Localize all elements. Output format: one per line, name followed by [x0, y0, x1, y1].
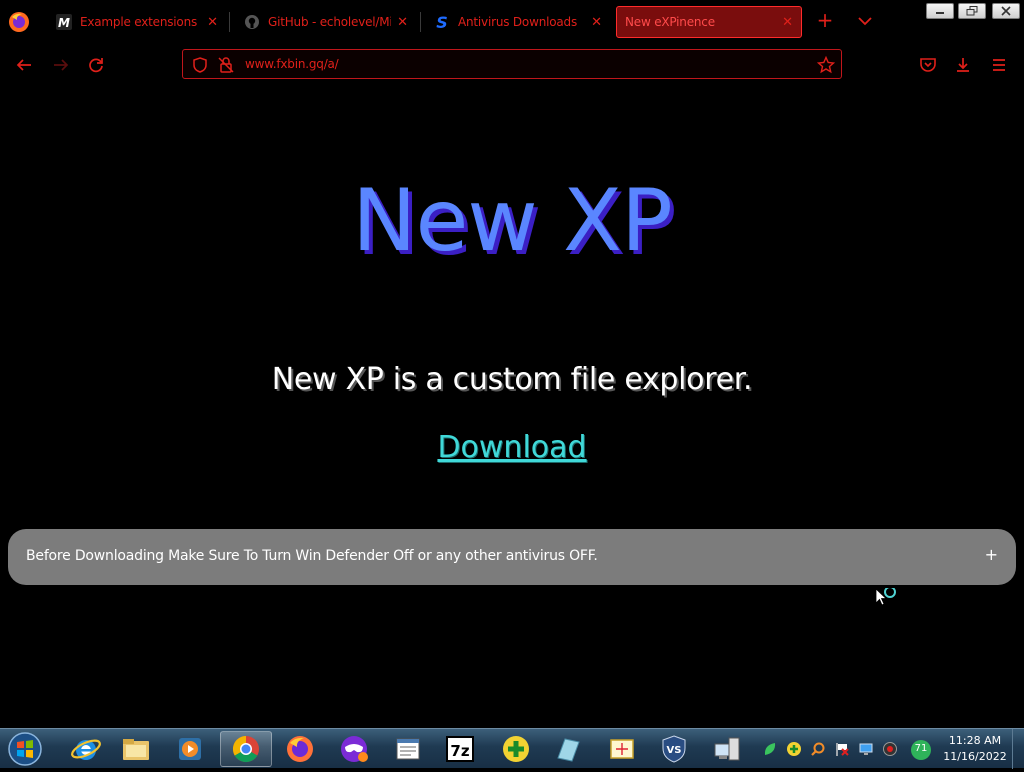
expand-icon[interactable]: + [985, 545, 998, 564]
firefox-icon[interactable] [274, 731, 326, 767]
page-tagline: New XP is a custom file explorer. [271, 362, 753, 397]
back-button[interactable] [13, 54, 35, 76]
tray-badge-text: 71 [914, 743, 928, 754]
svg-text:7z: 7z [450, 742, 469, 760]
new-tab-button[interactable]: + [814, 10, 836, 32]
url-text[interactable]: www.fxbin.gq/a/ [245, 57, 339, 71]
tab-strip: M Example extensions - M ✕ GitHub - echo… [0, 0, 1024, 44]
address-bar[interactable]: www.fxbin.gq/a/ [182, 49, 842, 79]
close-icon[interactable]: ✕ [397, 15, 408, 30]
antivirus-notice-accordion[interactable]: Before Downloading Make Sure To Turn Win… [8, 529, 1016, 585]
show-desktop-button[interactable] [1012, 729, 1024, 769]
windows-logo-icon [8, 732, 42, 766]
chrome-icon[interactable] [220, 731, 272, 767]
arrow-right-icon [54, 59, 69, 71]
system-tray: 71 [760, 729, 940, 769]
close-icon[interactable]: ✕ [782, 15, 793, 30]
tab-separator [420, 12, 421, 32]
tab-antivirus-downloads[interactable]: S Antivirus Downloads ✕ [426, 6, 610, 38]
tab-title: Example extensions - M [80, 15, 201, 29]
m-logo-icon: M [56, 14, 72, 30]
reload-icon [89, 58, 103, 73]
vs-shield-icon[interactable]: VS [648, 731, 700, 767]
mouse-cursor-busy-icon [875, 586, 899, 612]
bookmark-star-icon[interactable] [816, 55, 836, 74]
svg-text:VS: VS [667, 745, 682, 756]
internet-explorer-icon[interactable] [60, 731, 112, 767]
restore-button[interactable] [958, 3, 986, 19]
s-logo-icon: S [434, 14, 450, 30]
tab-new-expinence[interactable]: New eXPinence ✕ [616, 6, 802, 38]
windows-taskbar: 7z VS 71 11:28 AM 11/16/2022 [0, 728, 1024, 769]
tab-title: New eXPinence [625, 15, 715, 29]
reload-button[interactable] [85, 54, 107, 76]
page-title: New XP [352, 171, 673, 271]
remote-desktop-icon[interactable] [702, 731, 754, 767]
github-icon [244, 14, 260, 30]
notice-text: Before Downloading Make Sure To Turn Win… [26, 548, 598, 564]
download-link[interactable]: Download [437, 430, 586, 465]
clock-date: 11/16/2022 [943, 750, 1007, 763]
search-tray-icon[interactable] [810, 741, 826, 757]
chevron-down-icon[interactable] [856, 12, 874, 30]
tab-title: Antivirus Downloads [458, 15, 577, 29]
firefox-logo-icon[interactable] [8, 11, 30, 33]
close-icon[interactable]: ✕ [207, 15, 218, 30]
temperature-badge[interactable]: 71 [910, 739, 932, 761]
mask-app-icon[interactable] [328, 731, 380, 767]
flag-tray-icon[interactable] [834, 741, 850, 757]
glass-app-icon[interactable] [542, 731, 594, 767]
tab-title: GitHub - echolevel/Mill [268, 15, 392, 29]
navigation-toolbar: www.fxbin.gq/a/ [0, 44, 1024, 86]
hamburger-menu-icon[interactable] [988, 54, 1010, 76]
tab-separator [229, 12, 230, 32]
clock-time: 11:28 AM [948, 734, 1002, 747]
file-explorer-icon[interactable] [110, 731, 162, 767]
shield-icon[interactable] [191, 56, 209, 74]
pocket-icon[interactable] [917, 54, 939, 76]
downloads-icon[interactable] [952, 54, 974, 76]
media-player-icon[interactable] [164, 731, 216, 767]
network-tray-icon[interactable] [858, 741, 874, 757]
web-page: New XP New XP is a custom file explorer.… [0, 86, 1024, 728]
arrow-left-icon [16, 59, 31, 71]
svg-text:M: M [58, 16, 70, 30]
leaf-tray-icon[interactable] [762, 741, 778, 757]
svg-text:S: S [436, 14, 448, 30]
notepad-app-icon[interactable] [382, 731, 434, 767]
start-button[interactable] [5, 730, 45, 768]
tab-example-extensions[interactable]: M Example extensions - M ✕ [48, 6, 226, 38]
volume-tray-icon[interactable] [882, 741, 898, 757]
insecure-lock-icon[interactable] [217, 56, 235, 74]
download-container: Download [0, 430, 1024, 465]
add-app-icon[interactable] [490, 731, 542, 767]
clock[interactable]: 11:28 AM 11/16/2022 [940, 733, 1010, 765]
7zip-icon[interactable]: 7z [434, 731, 486, 767]
close-window-button[interactable] [992, 3, 1020, 19]
screenshot-app-icon[interactable] [596, 731, 648, 767]
tab-github[interactable]: GitHub - echolevel/Mill ✕ [236, 6, 416, 38]
add-tray-icon[interactable] [786, 741, 802, 757]
minimize-button[interactable] [926, 3, 954, 19]
close-icon[interactable]: ✕ [591, 15, 602, 30]
forward-button[interactable] [50, 54, 72, 76]
